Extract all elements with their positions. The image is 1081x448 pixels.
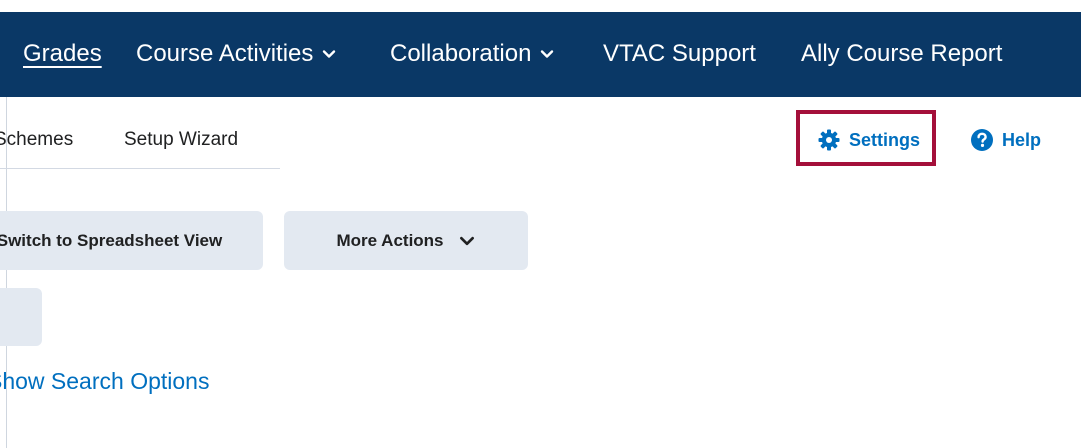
settings-button[interactable]: Settings	[817, 128, 920, 152]
nav-item-label: Grades	[23, 40, 102, 67]
nav-item-label: Collaboration	[390, 40, 532, 67]
button-label: More Actions	[336, 230, 444, 250]
gear-icon	[818, 129, 840, 151]
link-label: Show Search Options	[0, 368, 210, 394]
top-band	[0, 0, 1081, 12]
tab-setup-wizard[interactable]: Setup Wizard	[124, 129, 238, 151]
nav-item-vtac-support[interactable]: VTAC Support	[603, 40, 756, 68]
chevron-down-icon	[323, 50, 336, 58]
nav-item-course-activities[interactable]: Course Activities	[136, 40, 337, 68]
help-label: Help	[1002, 129, 1042, 150]
nav-item-label: VTAC Support	[603, 40, 756, 67]
button-label: Switch to Spreadsheet View	[0, 230, 223, 250]
nav-item-label: Course Activities	[136, 40, 314, 67]
help-icon	[971, 129, 993, 151]
nav-item-ally-course-report[interactable]: Ally Course Report	[801, 40, 1002, 68]
nav-item-label: Ally Course Report	[801, 40, 1003, 67]
tab-label: Schemes	[0, 129, 74, 150]
chevron-down-icon	[459, 236, 474, 245]
search-button[interactable]	[0, 288, 42, 346]
help-button[interactable]: Help	[970, 128, 1041, 152]
tab-label: Setup Wizard	[124, 129, 239, 150]
tab-schemes[interactable]: Schemes	[0, 129, 73, 151]
chevron-down-icon	[541, 50, 554, 58]
settings-label: Settings	[849, 129, 921, 150]
more-actions-button[interactable]: More Actions	[284, 211, 528, 270]
course-navbar: Grades Course Activities Collaboration V…	[0, 12, 1081, 97]
nav-item-collaboration[interactable]: Collaboration	[390, 40, 555, 68]
switch-to-spreadsheet-view-button[interactable]: Switch to Spreadsheet View	[0, 211, 263, 270]
nav-item-grades[interactable]: Grades	[23, 40, 102, 68]
show-search-options-link[interactable]: Show Search Options	[0, 368, 209, 395]
subnav-divider	[0, 168, 280, 169]
